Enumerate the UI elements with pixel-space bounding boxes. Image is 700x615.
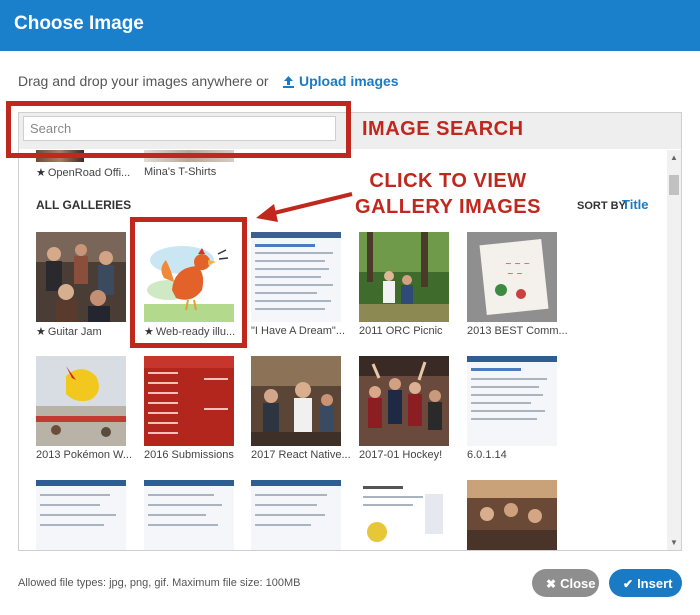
gallery-thumb-guitar-jam[interactable] [36,232,126,322]
check-icon: ✔ [623,576,634,591]
gallery-thumb-i-have-a-dream[interactable] [251,232,341,322]
gallery-caption: ★ OpenRoad Offi... [36,167,131,179]
gallery-caption: 2013 Pokémon W... [36,449,132,461]
gallery-caption: ★ Guitar Jam [36,326,102,338]
star-icon: ★ [36,326,46,338]
upload-images-link[interactable]: Upload images [283,73,399,89]
gallery-thumb-2016-submissions[interactable] [144,356,234,446]
upload-images-label: Upload images [299,73,399,89]
gallery-thumb-best-comm[interactable]: ~ ~ ~ ~ ~ [467,232,557,322]
gallery-caption: 2017-01 Hockey! [359,449,443,461]
gallery-annotation-line2: GALLERY IMAGES [355,196,541,218]
gallery-annotation-line1: CLICK TO VIEW [369,170,527,192]
gallery-scrollbar[interactable] [667,150,681,550]
dialog-header: Choose Image [0,0,700,51]
drop-instructions: Drag and drop your images anywhere or [18,73,269,89]
search-highlight-box [6,101,351,158]
sort-label: SORT BY [577,200,626,212]
gallery-thumb-pokemon[interactable] [36,356,126,446]
upload-icon [283,76,294,88]
svg-text:~ ~: ~ ~ [507,269,523,278]
gallery-caption: Mina's T-Shirts [144,166,217,178]
gallery-thumb-row3[interactable] [359,480,449,550]
svg-text:~ ~ ~: ~ ~ ~ [505,259,530,268]
sort-dropdown[interactable]: Title [622,197,649,212]
dialog-title: Choose Image [14,13,144,34]
gallery-thumb-row3[interactable] [144,480,234,550]
annotation-arrow-icon [256,192,353,222]
gallery-thumb-orc-picnic[interactable] [359,232,449,322]
gallery-caption: 2017 React Native... [251,449,351,461]
insert-button[interactable]: ✔ Insert [609,569,682,597]
gallery-thumb-row3[interactable] [251,480,341,550]
gallery-caption: 2016 Submissions [144,449,234,461]
gallery-caption: 2011 ORC Picnic [359,325,443,337]
star-icon: ★ [36,167,46,179]
gallery-thumb-row3[interactable] [36,480,126,550]
scroll-up-icon[interactable]: ▲ [667,152,681,164]
scrollbar-thumb[interactable] [669,175,679,195]
scroll-down-icon[interactable]: ▼ [667,537,681,549]
gallery-highlight-box [130,217,247,348]
section-title: ALL GALLERIES [36,198,132,212]
gallery-thumb-hockey[interactable] [359,356,449,446]
gallery-caption: 2013 BEST Comm... [467,325,568,337]
file-type-note: Allowed file types: jpg, png, gif. Maxim… [18,577,301,589]
gallery-thumb-6-0-1-14[interactable] [467,356,557,446]
close-icon: ✖ [546,576,557,591]
image-search-annotation: IMAGE SEARCH [362,118,524,140]
gallery-thumb-row3[interactable] [467,480,557,550]
close-button[interactable]: ✖ Close [532,569,599,597]
gallery-caption: 6.0.1.14 [467,449,507,461]
gallery-thumb-react-native[interactable] [251,356,341,446]
gallery-caption: "I Have A Dream"... [251,325,346,337]
